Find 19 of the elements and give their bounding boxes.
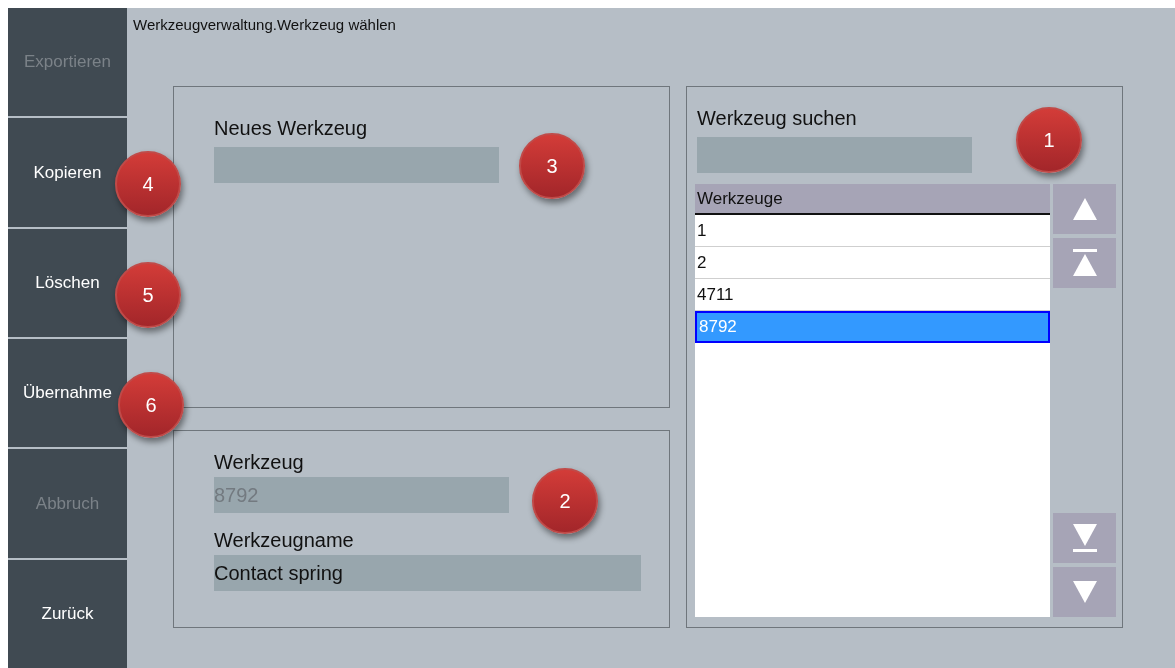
input-field[interactable] (214, 147, 499, 183)
list-item[interactable]: 2 (695, 247, 1050, 279)
sidebar-button[interactable]: Kopieren (8, 118, 129, 227)
scroll-button[interactable] (1053, 567, 1116, 617)
field-label: Werkzeugname (214, 528, 355, 553)
scroll-button[interactable] (1053, 238, 1116, 288)
field-label: Werkzeug suchen (696, 106, 858, 131)
search-field[interactable] (697, 137, 972, 173)
sidebar-button[interactable]: Übernahme (8, 339, 129, 448)
field-label: Werkzeug (214, 450, 305, 475)
sidebar-button[interactable]: Zurück (8, 559, 129, 668)
sidebar-button[interactable]: Löschen (8, 228, 129, 337)
column-header: Werkzeuge (695, 184, 1050, 215)
screen-title: Werkzeugverwaltung.Werkzeug wählen (133, 15, 397, 34)
input-field[interactable]: Contact spring (214, 555, 641, 591)
list-item[interactable]: 1 (695, 215, 1050, 247)
scroll-button[interactable] (1053, 513, 1116, 563)
field-label: Neues Werkzeug (214, 116, 369, 141)
scroll-button[interactable] (1053, 184, 1116, 234)
